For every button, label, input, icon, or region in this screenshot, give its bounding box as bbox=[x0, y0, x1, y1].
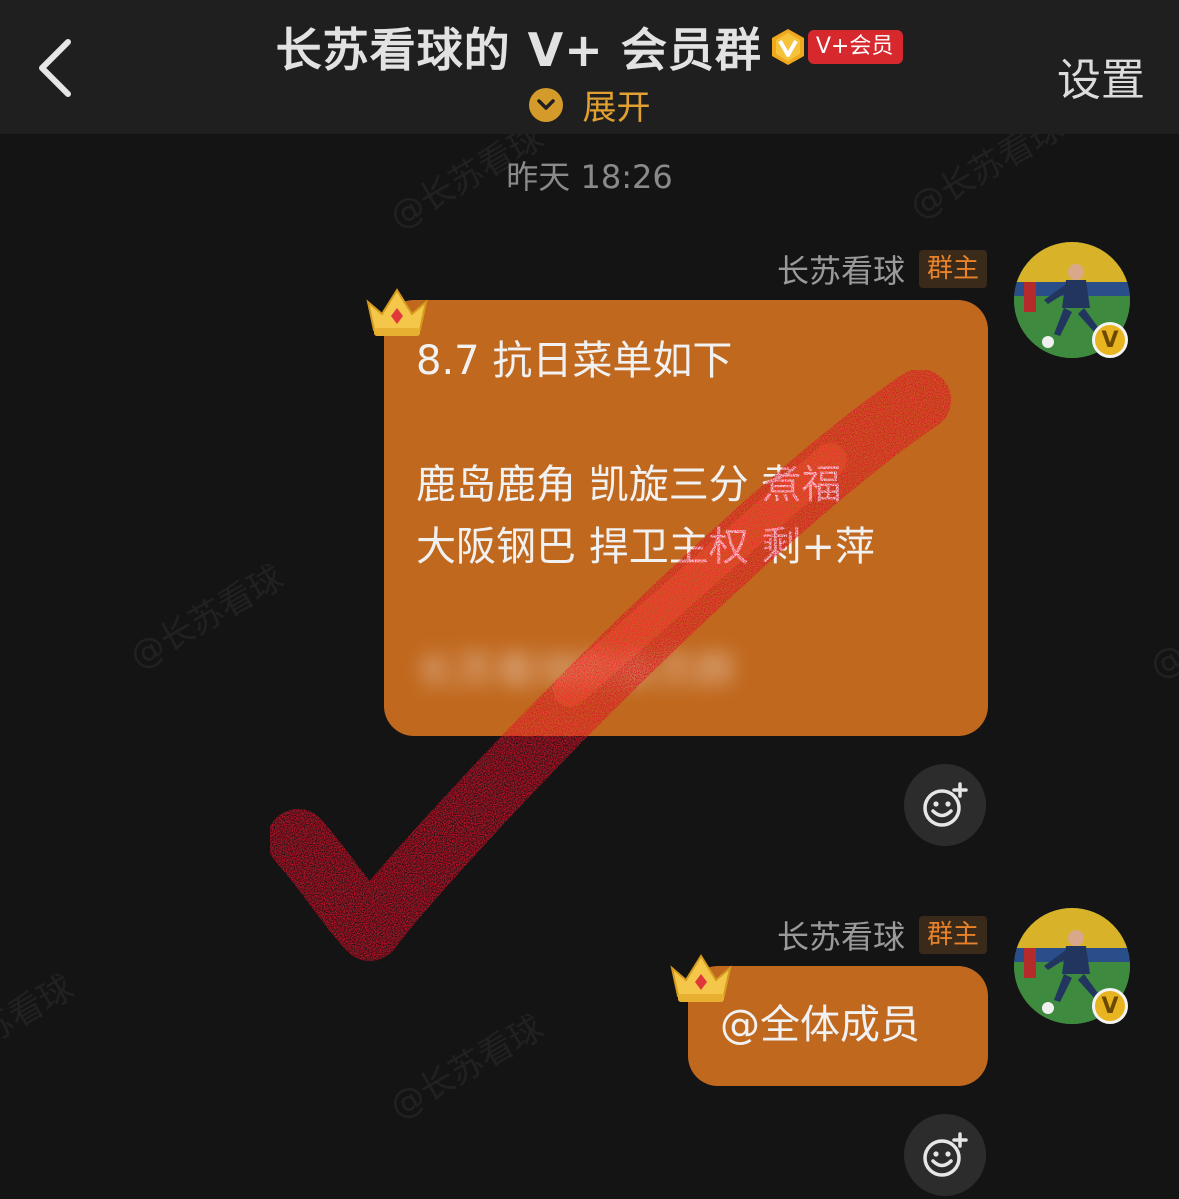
message-timestamp: 昨天 18:26 bbox=[506, 158, 673, 196]
sender-name: 长苏看球 bbox=[776, 252, 905, 290]
add-emoji-icon bbox=[923, 782, 968, 827]
vip-badge-icon bbox=[771, 29, 804, 65]
sender-name: 长苏看球 bbox=[776, 918, 905, 956]
watermark: @长苏看球 bbox=[0, 967, 81, 1088]
sender-row: 长苏看球 群主 bbox=[777, 246, 987, 292]
sender-row: 长苏看球 群主 bbox=[777, 912, 987, 958]
owner-badge: 群主 bbox=[918, 916, 987, 954]
watermark: @长苏看球 bbox=[123, 557, 291, 678]
expand-label: 展开 bbox=[582, 88, 651, 128]
message-line: 鹿岛鹿角 凯旋三分 煮福 bbox=[416, 462, 842, 508]
blurred-text: 长苏看球的会员群 bbox=[416, 648, 736, 694]
crown-icon bbox=[670, 954, 732, 1002]
add-reaction-button[interactable] bbox=[904, 764, 986, 846]
message-line: 大阪钢巴 捍卫主权 剩+萍 bbox=[416, 524, 875, 570]
chat-header: 长苏看球的 V+ 会员群 V+会员 展开 设置 bbox=[0, 0, 1179, 134]
owner-badge: 群主 bbox=[918, 250, 987, 288]
message-line: @全体成员 bbox=[720, 1002, 920, 1048]
add-emoji-icon bbox=[923, 1132, 968, 1177]
group-title-row[interactable]: 长苏看球的 V+ 会员群 V+会员 bbox=[0, 14, 1179, 80]
group-title: 长苏看球的 V+ 会员群 bbox=[275, 23, 762, 77]
verified-v-icon: V bbox=[1092, 322, 1128, 358]
message-line: 8.7 抗日菜单如下 bbox=[416, 338, 733, 384]
settings-button[interactable]: 设置 bbox=[1057, 44, 1145, 108]
watermark: @长苏看球 bbox=[1143, 567, 1179, 688]
expand-button[interactable]: 展开 bbox=[0, 80, 1179, 129]
crown-icon bbox=[366, 288, 428, 336]
chat-screen: @长苏看球 @长苏看球 @长苏看球 @长苏看球 @长苏看球 @长苏看球 长苏看球… bbox=[0, 0, 1179, 1199]
verified-v-icon: V bbox=[1092, 988, 1128, 1024]
message-line bbox=[416, 392, 956, 454]
add-reaction-button[interactable] bbox=[904, 1114, 986, 1196]
chevron-down-icon bbox=[528, 87, 563, 122]
vip-member-tag: V+会员 bbox=[807, 30, 904, 64]
message-bubble[interactable]: 8.7 抗日菜单如下 鹿岛鹿角 凯旋三分 煮福 大阪钢巴 捍卫主权 剩+萍 长苏… bbox=[384, 300, 988, 736]
watermark: @长苏看球 bbox=[383, 1007, 551, 1128]
